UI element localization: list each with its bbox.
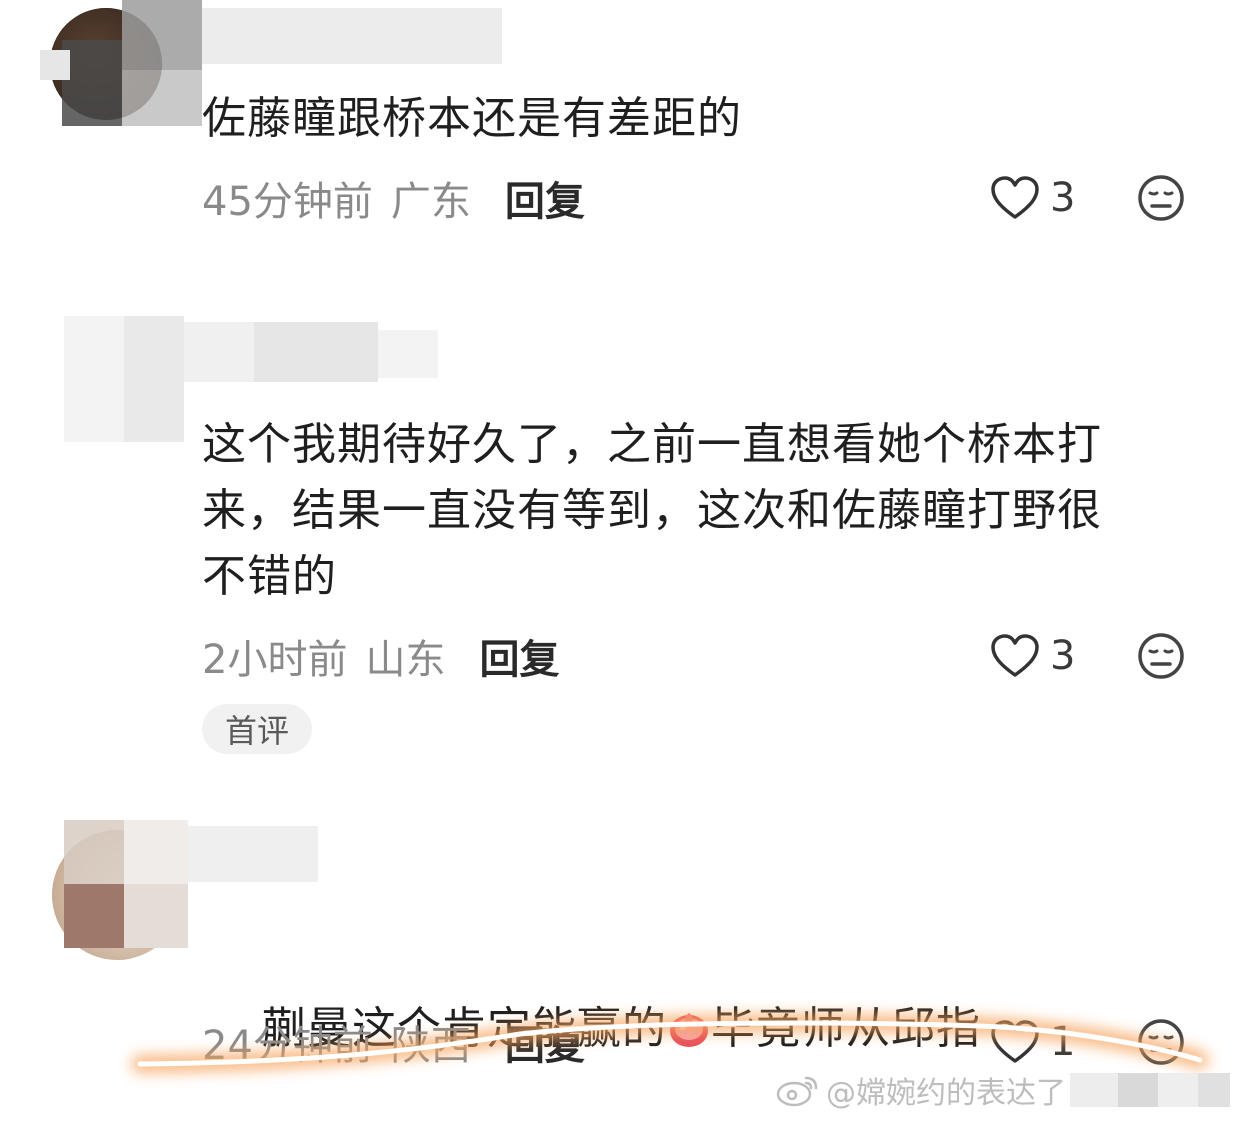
avatar-mosaic — [124, 820, 188, 884]
avatar-mosaic — [124, 884, 188, 948]
avatar-mosaic — [64, 884, 124, 948]
weibo-logo-icon — [776, 1076, 818, 1107]
watermark-text: @嫦婉约的表达了 — [826, 1076, 1066, 1111]
comment-3: 蒯曼这个肯定能赢的 毕竟师从邱指 24分钟前 陕西 回复 1 — [0, 0, 1260, 1124]
avatar-mosaic — [64, 820, 124, 884]
username-mosaic — [188, 826, 318, 882]
weibo-watermark: @嫦婉约的表达了 — [776, 1068, 1230, 1112]
watermark-mosaic — [1070, 1073, 1230, 1107]
